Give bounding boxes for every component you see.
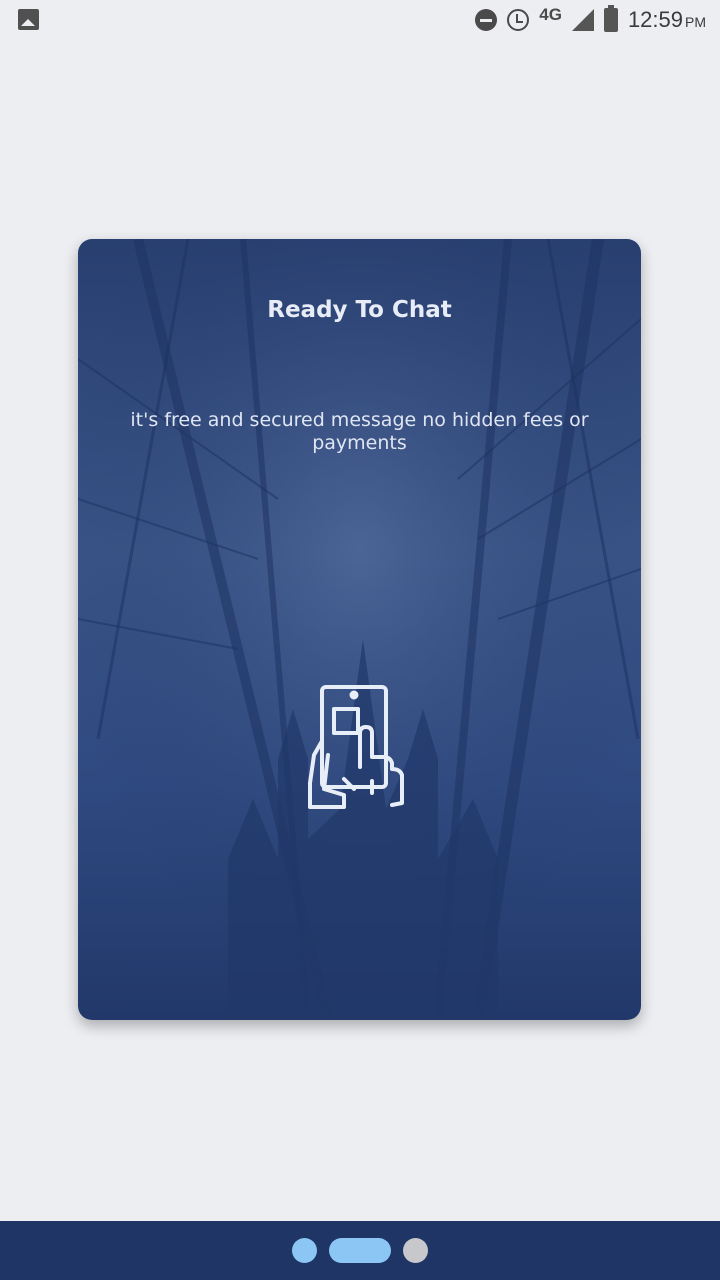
alarm-icon <box>507 9 530 31</box>
gallery-notification-icon <box>18 9 39 30</box>
clock: 12:59 PM <box>628 7 706 33</box>
do-not-disturb-icon <box>475 9 498 31</box>
onboarding-card: Ready To Chat it's free and secured mess… <box>78 239 641 1020</box>
page-dot-1[interactable] <box>292 1238 317 1263</box>
battery-icon <box>603 5 618 32</box>
card-subtitle: it's free and secured message no hidden … <box>130 409 589 454</box>
bottom-bar <box>0 1221 720 1280</box>
card-title: Ready To Chat <box>267 297 452 323</box>
page-dot-3[interactable] <box>403 1238 428 1263</box>
status-bar: 4G 12:59 PM <box>0 0 720 40</box>
clock-time: 12:59 <box>627 7 683 32</box>
status-icons: 4G 12:59 PM <box>475 0 706 40</box>
phone-touch-icon <box>308 685 404 809</box>
page-indicator <box>0 1221 720 1280</box>
page-dot-2-current[interactable] <box>329 1238 391 1263</box>
network-type-label: 4G <box>539 5 562 24</box>
card-background-image <box>78 239 641 1020</box>
clock-ampm: PM <box>685 14 706 30</box>
signal-icon <box>571 9 594 31</box>
